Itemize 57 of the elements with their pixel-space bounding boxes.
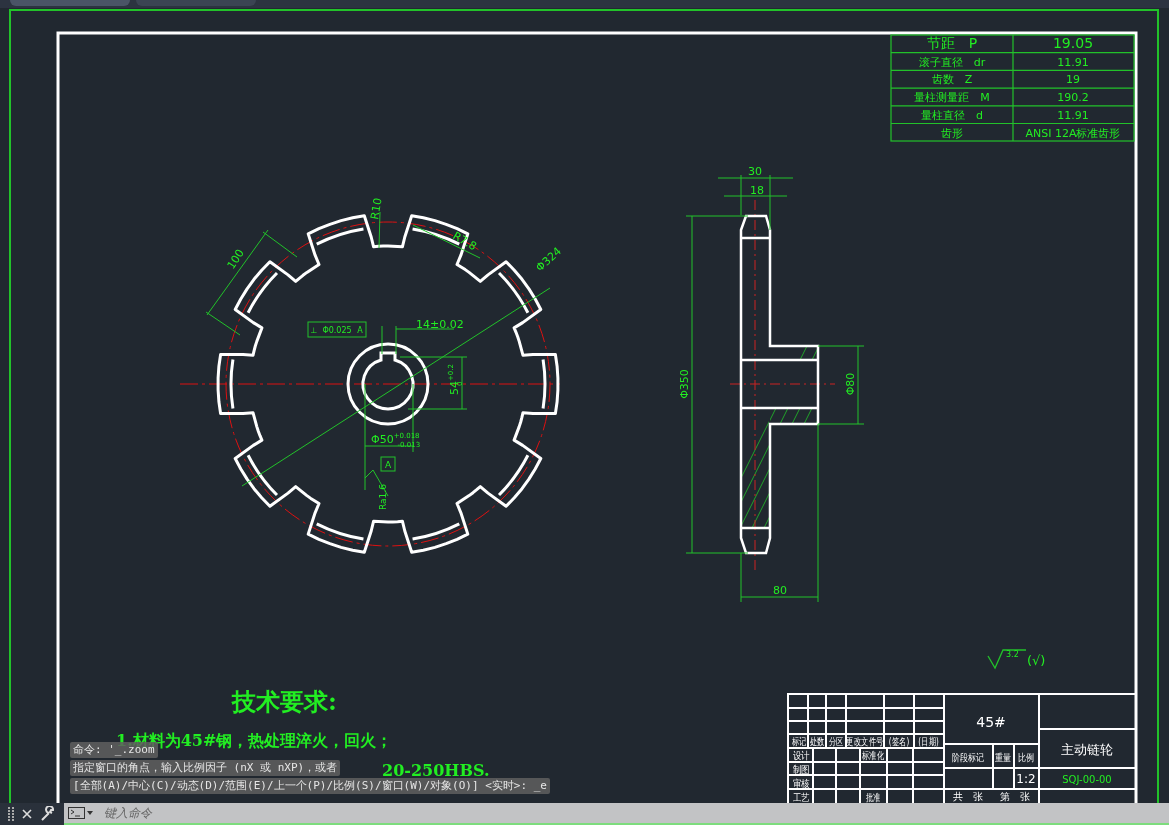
parameter-value: 190.2 <box>1057 91 1089 105</box>
scale-value: 1:2 <box>1016 772 1036 786</box>
datum-label: A <box>384 460 392 470</box>
surface-finish-note: (√) <box>1027 653 1046 668</box>
title-block-header: (日期) <box>918 735 939 748</box>
dimension-label: R10 <box>368 196 385 221</box>
requirements-line: 20-250HBS. <box>382 761 490 780</box>
dimension-label: Φ350 <box>678 369 691 399</box>
title-block-label: 批准 <box>865 791 881 804</box>
tolerance-value: A <box>357 326 363 335</box>
dimension-label: 80 <box>773 584 787 597</box>
wrench-icon[interactable] <box>40 806 56 822</box>
dimension-label: 30 <box>748 165 762 178</box>
title-block-header: 分区 <box>828 735 844 748</box>
material-label: 45# <box>976 714 1006 730</box>
part-name: 主动链轮 <box>1061 742 1113 757</box>
roughness-label: Ra1.6 <box>378 484 388 510</box>
tolerance-value: ⊥ <box>310 326 318 335</box>
parameter-label: 齿数 Z <box>931 73 973 87</box>
parameter-label: 滚子直径 dr <box>918 55 986 69</box>
tolerance-value: Φ0.025 <box>322 326 352 335</box>
parameter-value: 19.05 <box>1052 35 1094 51</box>
title-block-label: 第 张 <box>1000 791 1030 802</box>
title-block-label: 重量 <box>995 752 1011 764</box>
title-block-header: 处数 <box>809 735 825 748</box>
parameter-label: 节距 P <box>926 35 978 51</box>
command-input-field[interactable]: 键入命令 <box>102 805 406 821</box>
title-block-label: 设计 <box>792 749 810 762</box>
title-block-label: 比例 <box>1018 752 1034 764</box>
grip-icon[interactable] <box>8 807 14 821</box>
parameter-value: 11.91 <box>1057 55 1089 69</box>
terminal-icon[interactable] <box>68 807 94 819</box>
surface-finish-value: 3.2 <box>1006 650 1019 659</box>
title-block-label: 阶段标记 <box>952 752 984 764</box>
parameter-label: 齿形 <box>941 126 963 140</box>
surface-finish-icon <box>987 649 1027 670</box>
title-block-header: 更改文件号 <box>846 735 884 748</box>
dimension-label: 18 <box>750 184 764 197</box>
title-block-label: 标准化 <box>861 749 885 762</box>
datum-box <box>380 456 396 472</box>
title-block-header: 标记 <box>791 735 807 748</box>
title-block-label: 审核 <box>792 777 810 790</box>
title-block-label: 共 张 <box>953 791 983 802</box>
requirements-title: 技术要求: <box>232 687 337 716</box>
title-block-label: 制图 <box>792 763 810 776</box>
title-block-label: 工艺 <box>792 791 810 804</box>
dimension-label: Φ80 <box>844 372 857 396</box>
parameter-label: 量柱直径 d <box>921 108 983 122</box>
parameter-label: 量柱测量距 M <box>914 91 990 105</box>
title-block-header: (签名) <box>888 735 910 748</box>
tolerance-frame <box>307 321 367 338</box>
parameter-value: 11.91 <box>1057 108 1089 122</box>
close-icon[interactable] <box>21 808 33 820</box>
parameter-value: ANSI 12A标准齿形 <box>1025 126 1121 140</box>
drawing-number: SQJ-00-00 <box>1062 774 1112 785</box>
dimension-label: 14±0.02 <box>416 318 464 331</box>
parameter-value: 19 <box>1066 73 1080 87</box>
